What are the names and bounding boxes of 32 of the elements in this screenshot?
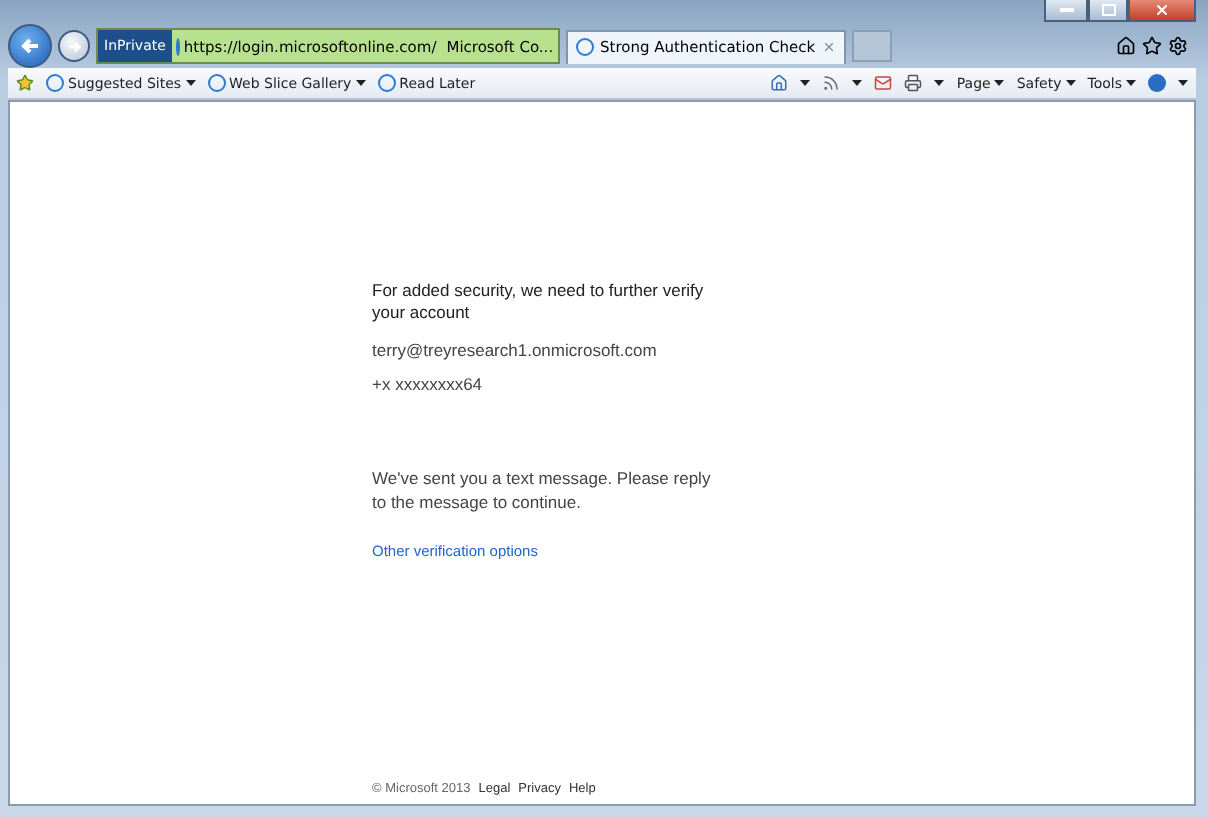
verification-heading: For added security, we need to further verify your account xyxy=(372,280,706,324)
instruction-text: We've sent you a text message. Please reply to the message to continue. xyxy=(372,466,713,514)
maximize-button[interactable] xyxy=(1088,0,1128,22)
settings-icon[interactable] xyxy=(1168,36,1188,56)
home-icon[interactable] xyxy=(770,74,789,92)
home-icon[interactable] xyxy=(1116,36,1136,56)
favorites-star-icon[interactable] xyxy=(16,74,34,92)
minimize-button[interactable] xyxy=(1044,0,1088,22)
print-icon[interactable] xyxy=(904,74,923,92)
caret-icon xyxy=(355,80,366,86)
caret-icon xyxy=(1126,80,1136,86)
caret-icon xyxy=(852,80,863,86)
feed-icon[interactable] xyxy=(822,74,841,92)
caret-icon xyxy=(1065,80,1076,86)
favorites-icon[interactable] xyxy=(1142,36,1162,56)
close-button[interactable] xyxy=(1128,0,1196,22)
minimize-icon xyxy=(1059,8,1073,12)
back-button[interactable] xyxy=(8,24,52,68)
account-email: terry@treyresearch1.onmicrosoft.com xyxy=(372,340,659,360)
forward-button[interactable] xyxy=(58,30,90,62)
phone-number: +x xxxxxxxx64 xyxy=(372,374,485,394)
caret-icon xyxy=(800,80,811,86)
back-arrow-icon xyxy=(20,36,40,56)
caret-icon xyxy=(185,80,196,86)
mail-icon[interactable] xyxy=(874,74,893,92)
caret-icon xyxy=(934,80,945,86)
close-icon[interactable] xyxy=(821,40,836,54)
maximize-icon xyxy=(1101,4,1115,16)
close-icon xyxy=(1154,2,1170,18)
caret-icon xyxy=(994,80,1005,86)
caret-icon xyxy=(1178,80,1188,86)
forward-arrow-icon xyxy=(67,39,81,53)
